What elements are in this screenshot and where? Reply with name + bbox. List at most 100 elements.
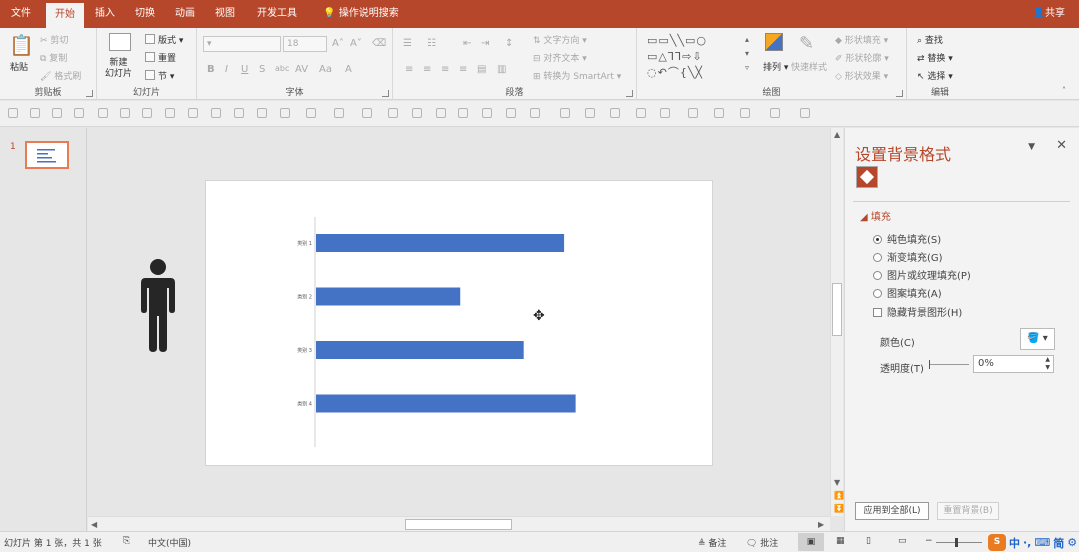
qat-icon[interactable] [585, 108, 595, 118]
format-painter-button[interactable]: 🖌 格式刷 [40, 69, 81, 82]
distribute-icon[interactable]: ▤ [477, 64, 486, 75]
comments-button[interactable]: 🗨 批注 [746, 536, 778, 549]
color-picker-button[interactable]: 🪣 ▾ [1020, 328, 1055, 350]
notes-button[interactable]: ≜ 备注 [698, 536, 726, 549]
paragraph-launcher-icon[interactable] [626, 90, 633, 97]
ime-language[interactable]: 中 [1009, 535, 1020, 551]
layout-button[interactable]: 版式 ▾ [145, 33, 183, 46]
share-button[interactable]: 👤共享 [1033, 0, 1065, 28]
align-text-button[interactable]: ⊟ 对齐文本 ▾ [533, 51, 587, 64]
find-button[interactable]: ⌕ 查找 [917, 33, 943, 46]
copy-button[interactable]: ⧉ 复制 [40, 51, 67, 64]
transparency-slider-handle[interactable] [929, 360, 930, 369]
line-spacing-icon[interactable]: ↕ [505, 38, 513, 49]
zoom-slider[interactable] [936, 542, 982, 543]
justify-icon[interactable]: ≡ [459, 64, 467, 75]
ime-punctuation-icon[interactable]: ·, [1023, 536, 1031, 549]
drawing-launcher-icon[interactable] [896, 90, 903, 97]
new-slide-button[interactable]: 新建 幻灯片 [105, 58, 132, 80]
qat-icon[interactable] [142, 108, 152, 118]
text-direction-button[interactable]: ⇅ 文字方向 ▾ [533, 33, 587, 46]
transparency-input[interactable]: 0% ▲ ▼ [973, 355, 1054, 373]
replace-button[interactable]: ⇄ 替换 ▾ [917, 51, 953, 64]
radio-solid-fill[interactable]: 纯色填充(S) [873, 231, 941, 246]
spellcheck-icon[interactable]: ⎘ [123, 536, 130, 546]
change-case-icon[interactable]: Aa [319, 64, 332, 75]
language-indicator[interactable]: 中文(中国) [148, 536, 191, 549]
close-icon[interactable]: ✕ [1056, 138, 1067, 153]
fill-bucket-icon[interactable] [856, 166, 878, 188]
qat-icon[interactable] [482, 108, 492, 118]
qat-icon[interactable] [188, 108, 198, 118]
shapes-gallery[interactable]: ▭▭╲╲▭○ ▭△⅂⅂⇨⇩ ◌↶⌒{╲╳ [647, 33, 743, 81]
scroll-left-icon[interactable]: ◀ [91, 520, 97, 529]
slide-canvas[interactable]: 类别 1 类别 2 类别 3 类别 4 [205, 180, 713, 466]
qat-icon[interactable] [800, 108, 810, 118]
align-left-icon[interactable]: ≡ [405, 64, 413, 75]
reading-view-icon[interactable]: ▯ [866, 536, 871, 546]
person-icon[interactable] [140, 258, 176, 352]
qat-icon[interactable] [610, 108, 620, 118]
tab-animations[interactable]: 动画 [168, 0, 202, 28]
italic-icon[interactable]: I [225, 64, 228, 75]
tell-me-search[interactable]: 💡 操作说明搜索 [316, 0, 406, 28]
tab-view[interactable]: 视图 [208, 0, 242, 28]
font-size-combo[interactable]: 18 [283, 36, 327, 52]
scroll-up-icon[interactable]: ▲ [834, 130, 840, 139]
char-spacing-icon[interactable]: AV [295, 64, 308, 75]
qat-icon[interactable] [306, 108, 316, 118]
qat-icon[interactable] [280, 108, 290, 118]
tab-developer[interactable]: 开发工具 [250, 0, 304, 28]
pane-options-icon[interactable]: ▼ [1028, 142, 1035, 152]
scroll-right-icon[interactable]: ▶ [818, 520, 824, 529]
slide-sorter-icon[interactable]: ▦ [836, 536, 845, 546]
qat-icon[interactable] [436, 108, 446, 118]
tab-insert[interactable]: 插入 [88, 0, 122, 28]
qat-icon[interactable] [412, 108, 422, 118]
collapse-ribbon-icon[interactable]: ˄ [1062, 86, 1066, 95]
qat-icon[interactable] [458, 108, 468, 118]
qat-icon[interactable] [560, 108, 570, 118]
qat-icon[interactable] [98, 108, 108, 118]
decrease-font-icon[interactable]: A˅ [350, 38, 362, 49]
reset-background-button[interactable]: 重置背景(B) [937, 502, 999, 520]
slide-thumbnail[interactable] [25, 141, 69, 169]
ime-keyboard-icon[interactable]: ⌨ [1034, 536, 1050, 549]
horizontal-scroll-thumb[interactable] [405, 519, 512, 530]
qat-icon[interactable] [334, 108, 344, 118]
ime-simplified[interactable]: 简 [1053, 535, 1064, 551]
qat-icon[interactable] [740, 108, 750, 118]
qat-icon[interactable] [362, 108, 372, 118]
qat-icon[interactable] [506, 108, 516, 118]
fill-section-header[interactable]: ◢ 填充 [860, 208, 891, 223]
numbering-icon[interactable]: ☷ [427, 38, 436, 49]
ime-toolbar[interactable]: S 中 ·, ⌨ 简 ⚙ [988, 533, 1077, 552]
section-button[interactable]: 节 ▾ [145, 69, 174, 82]
qat-icon[interactable] [74, 108, 84, 118]
qat-icon[interactable] [30, 108, 40, 118]
qat-icon[interactable] [52, 108, 62, 118]
arrange-button[interactable]: 排列 ▾ [763, 60, 788, 73]
tab-transitions[interactable]: 切换 [128, 0, 162, 28]
chart-bar[interactable] [316, 234, 565, 252]
qat-icon[interactable] [636, 108, 646, 118]
font-launcher-icon[interactable] [382, 90, 389, 97]
radio-picture-fill[interactable]: 图片或纹理填充(P) [873, 267, 971, 282]
tab-home[interactable]: 开始 [46, 3, 84, 28]
bullets-icon[interactable]: ☰ [403, 38, 412, 49]
underline-icon[interactable]: U [241, 64, 248, 75]
decrease-indent-icon[interactable]: ⇤ [463, 38, 471, 49]
font-name-combo[interactable]: ▾ [203, 36, 281, 52]
qat-icon[interactable] [770, 108, 780, 118]
zoom-slider-handle[interactable] [955, 538, 958, 547]
vertical-scroll-thumb[interactable] [832, 283, 842, 336]
previous-slide-icon[interactable]: ⏫ [834, 491, 844, 500]
strikethrough-icon[interactable]: abc [275, 64, 289, 73]
qat-icon[interactable] [660, 108, 670, 118]
chart-bar[interactable] [316, 287, 461, 306]
qat-icon[interactable] [257, 108, 267, 118]
shape-outline-button[interactable]: ✐ 形状轮廓 ▾ [835, 51, 889, 64]
apply-to-all-button[interactable]: 应用到全部(L) [855, 502, 929, 520]
quick-styles-button[interactable]: 快速样式 [791, 60, 827, 73]
qat-icon[interactable] [714, 108, 724, 118]
